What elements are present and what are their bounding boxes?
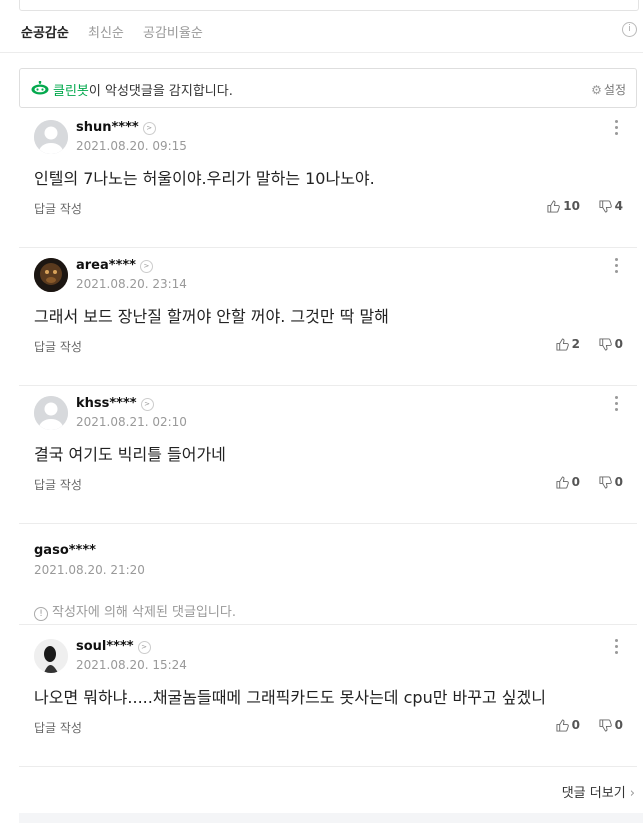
avatar[interactable] [34,639,68,673]
reply-button[interactable]: 답글 작성 [34,719,82,736]
thumbs-up-icon [556,337,569,351]
deleted-text: 작성자에 의해 삭제된 댓글입니다. [52,605,236,620]
chevron-right-icon: › [629,786,635,801]
thumbs-down-icon [599,718,612,732]
thumbs-down-icon [599,475,612,489]
more-comments-button[interactable]: 댓글 더보기 › [562,782,635,801]
sort-tab-popular[interactable]: 순공감순 [21,22,69,41]
cleanbot-message: 클린봇이 악성댓글을 감지합니다. [53,80,233,99]
comment-nick[interactable]: area**** > [76,258,153,273]
gear-icon: ⚙ [591,83,602,97]
nick-text: soul**** [76,639,134,654]
thumbs-up-icon [556,475,569,489]
cleanbot-name[interactable]: 클린봇 [53,84,89,99]
deleted-comment-item: gaso**** 2021.08.20. 21:20 ! 작성자에 의해 삭제된 … [19,524,637,625]
dislike-count: 4 [614,199,623,213]
avatar[interactable] [34,258,68,292]
dislike-button[interactable]: 0 [599,337,623,351]
sort-tab-latest[interactable]: 최신순 [88,22,124,41]
comment-nick[interactable]: khss**** > [76,396,154,411]
comment-text: 그래서 보드 장난질 할꺼야 안할 꺼야. 그것만 딱 말해 [34,307,389,326]
bottom-divider [19,813,643,823]
reply-button[interactable]: 답글 작성 [34,338,82,355]
comment-text: 나오면 뭐하냐.....채굴놈들때메 그래픽카드도 못사는데 cpu만 바꾸고 … [34,688,546,707]
more-options-icon[interactable] [613,120,619,138]
dislike-count: 0 [614,475,623,489]
like-button[interactable]: 10 [547,199,580,213]
dislike-button[interactable]: 0 [599,475,623,489]
reply-button[interactable]: 답글 작성 [34,200,82,217]
like-count: 10 [563,199,580,213]
avatar[interactable] [34,120,68,154]
like-button[interactable]: 2 [556,337,580,351]
cleanbot-text: 이 악성댓글을 감지합니다. [88,84,233,99]
chevron-right-icon: > [140,398,154,411]
comment-item: soul**** > 2021.08.20. 15:24 나오면 뭐하냐.....… [19,629,637,767]
comment-text: 인텔의 7나노는 허울이야.우리가 말하는 10나노야. [34,169,375,188]
reply-button[interactable]: 답글 작성 [34,476,82,493]
sort-bar: 순공감순 최신순 공감비율순 i [0,10,643,53]
comment-date: 2021.08.21. 02:10 [76,415,187,429]
comment-date: 2021.08.20. 15:24 [76,658,187,672]
cleanbot-icon [31,81,49,95]
comment-item: shun**** > 2021.08.20. 09:15 인텔의 7나노는 허울이… [19,110,637,248]
nick-text: khss**** [76,396,137,411]
dislike-count: 0 [614,337,623,351]
comment-date: 2021.08.20. 09:15 [76,139,187,153]
like-button[interactable]: 0 [556,475,580,489]
thumbs-down-icon [599,199,612,213]
like-count: 2 [571,337,580,351]
like-count: 0 [571,718,580,732]
comment-item: khss**** > 2021.08.21. 02:10 결국 여기도 빅리틀 들… [19,386,637,524]
thumbs-up-icon [556,718,569,732]
comment-date: 2021.08.20. 21:20 [34,563,145,577]
more-options-icon[interactable] [613,258,619,276]
dislike-button[interactable]: 4 [599,199,623,213]
chevron-right-icon: > [139,260,153,273]
avatar[interactable] [34,396,68,430]
like-button[interactable]: 0 [556,718,580,732]
comment-nick[interactable]: soul**** > [76,639,151,654]
comment-text: 결국 여기도 빅리틀 들어가네 [34,445,226,464]
sort-tab-ratio[interactable]: 공감비율순 [143,22,203,41]
more-options-icon[interactable] [613,639,619,657]
thumbs-down-icon [599,337,612,351]
alert-icon: ! [34,607,48,621]
comment-nick[interactable]: shun**** > [76,120,156,135]
chevron-right-icon: > [142,122,156,135]
chevron-right-icon: > [137,641,151,654]
comment-nick: gaso**** [34,543,96,558]
dislike-count: 0 [614,718,623,732]
cleanbot-settings-button[interactable]: ⚙ 설정 [591,81,626,98]
more-comments-label: 댓글 더보기 [561,786,626,801]
more-options-icon[interactable] [613,396,619,414]
comment-date: 2021.08.20. 23:14 [76,277,187,291]
comment-item: area**** > 2021.08.20. 23:14 그래서 보드 장난질 할… [19,248,637,386]
settings-label: 설정 [603,83,626,97]
nick-text: shun**** [76,120,139,135]
cleanbot-banner: 클린봇이 악성댓글을 감지합니다. ⚙ 설정 [19,68,637,108]
nick-text: area**** [76,258,136,273]
thumbs-up-icon [547,199,561,213]
dislike-button[interactable]: 0 [599,718,623,732]
info-icon[interactable]: i [622,22,637,37]
deleted-notice: ! 작성자에 의해 삭제된 댓글입니다. [34,601,236,621]
like-count: 0 [571,475,580,489]
